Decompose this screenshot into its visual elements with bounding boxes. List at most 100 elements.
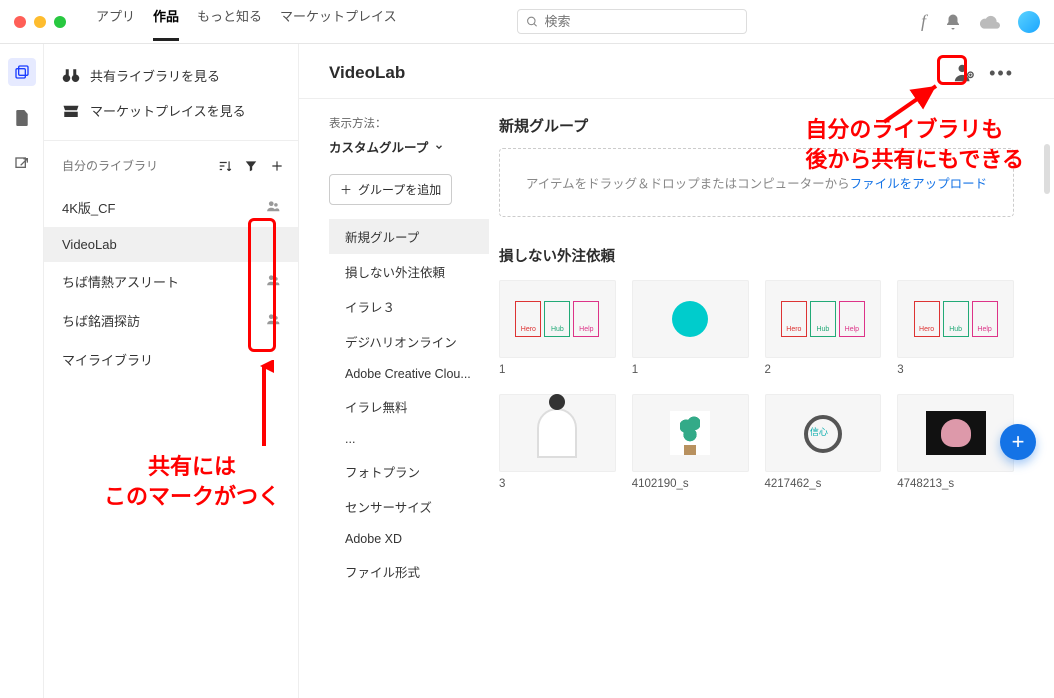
group-item[interactable]: イラレ３ [329, 289, 489, 324]
binoculars-icon [62, 69, 80, 83]
group-item[interactable]: ... [329, 424, 489, 454]
asset-caption: 4217462_s [765, 478, 882, 490]
asset-caption: 4748213_s [897, 478, 1014, 490]
asset-thumb [632, 394, 749, 472]
group-list: 新規グループ損しない外注依頼イラレ３デジハリオンラインAdobe Creativ… [329, 219, 479, 589]
asset-caption: 1 [632, 364, 749, 376]
sidebar: 共有ライブラリを見る マーケットプレイスを見る 自分のライブラリ 4K版_CF V… [44, 44, 299, 698]
library-item-label: ちば情熱アスリート [62, 272, 179, 291]
group-item[interactable]: 新規グループ [329, 219, 489, 254]
file-icon [15, 110, 29, 126]
asset-thumb: HeroHubHelp [765, 280, 882, 358]
asset-card[interactable]: 1 [632, 280, 749, 376]
nav-market[interactable]: マーケットプレイス [280, 6, 397, 37]
asset-card[interactable]: 4217462_s [765, 394, 882, 490]
top-right-tools: f [921, 11, 1040, 33]
bell-icon[interactable] [944, 13, 962, 31]
fab-add[interactable]: + [1000, 424, 1036, 460]
asset-thumb [765, 394, 882, 472]
window-titlebar: アプリ 作品 もっと知る マーケットプレイス f [0, 0, 1054, 44]
more-menu[interactable]: ••• [989, 63, 1014, 84]
group-item[interactable]: フォトプラン [329, 454, 489, 489]
scrollbar[interactable] [1044, 144, 1050, 194]
library-item[interactable]: ちば情熱アスリート [44, 262, 298, 301]
drop-zone[interactable]: アイテムをドラッグ＆ドロップまたはコンピューターからファイルをアップロード [499, 148, 1014, 217]
view-column: 表示方法： カスタムグループ ＋ グループを追加 新規グループ損しない外注依頼イ… [299, 115, 479, 589]
invite-icon[interactable] [953, 62, 975, 84]
shared-icon [266, 312, 280, 329]
sidebar-section-label: 自分のライブラリ [62, 157, 158, 174]
rail-libraries[interactable] [8, 58, 36, 86]
view-label: 表示方法： [329, 115, 479, 131]
shared-icon [266, 199, 280, 216]
asset-card[interactable]: HeroHubHelp1 [499, 280, 616, 376]
content-header: VideoLab ••• [299, 44, 1054, 99]
sort-icon[interactable] [218, 159, 232, 173]
minimize-window[interactable] [34, 16, 46, 28]
asset-caption: 3 [897, 364, 1014, 376]
rail-files[interactable] [8, 104, 36, 132]
sidebar-link-market[interactable]: マーケットプレイスを見る [44, 93, 298, 128]
library-item[interactable]: ちば銘酒探訪 [44, 301, 298, 340]
divider [44, 140, 298, 141]
asset-card[interactable]: 3 [499, 394, 616, 490]
view-value: カスタムグループ [329, 137, 428, 156]
asset-grid: HeroHubHelp11HeroHubHelp2HeroHubHelp3341… [499, 280, 1014, 490]
nav-apps[interactable]: アプリ [96, 6, 135, 37]
top-nav: アプリ 作品 もっと知る マーケットプレイス [96, 6, 397, 37]
library-item[interactable]: 4K版_CF [44, 188, 298, 227]
search-input[interactable] [544, 14, 737, 29]
asset-caption: 3 [499, 478, 616, 490]
group-item[interactable]: Adobe XD [329, 524, 489, 554]
page-title: VideoLab [329, 63, 405, 83]
group-item[interactable]: 損しない外注依頼 [329, 254, 489, 289]
nav-rail [0, 44, 44, 698]
drop-text: アイテムをドラッグ＆ドロップまたはコンピューターから [526, 177, 850, 191]
market-icon [62, 104, 80, 118]
asset-thumb: HeroHubHelp [897, 280, 1014, 358]
rail-share[interactable] [8, 150, 36, 178]
group-item[interactable]: センサーサイズ [329, 489, 489, 524]
group-item[interactable]: Adobe Creative Clou... [329, 359, 489, 389]
main-column: 新規グループ アイテムをドラッグ＆ドロップまたはコンピューターからファイルをアッ… [479, 115, 1054, 589]
search-icon [526, 15, 539, 29]
filter-icon[interactable] [244, 159, 258, 173]
asset-card[interactable]: HeroHubHelp 3 [897, 280, 1014, 376]
sidebar-link-market-label: マーケットプレイスを見る [90, 101, 246, 120]
asset-card[interactable]: 4102190_s [632, 394, 749, 490]
library-item-label: ちば銘酒探訪 [62, 311, 140, 330]
group-item[interactable]: デジハリオンライン [329, 324, 489, 359]
asset-caption: 1 [499, 364, 616, 376]
view-selector[interactable]: カスタムグループ [329, 137, 479, 156]
nav-works[interactable]: 作品 [153, 6, 179, 37]
shared-icon [266, 273, 280, 290]
sidebar-section-head: 自分のライブラリ [44, 153, 298, 178]
library-item[interactable]: マイライブラリ [44, 340, 298, 379]
upload-link[interactable]: ファイルをアップロード [850, 177, 988, 191]
asset-card[interactable]: HeroHubHelp 2 [765, 280, 882, 376]
section-title-assets: 損しない外注依頼 [499, 245, 1014, 266]
asset-caption: 2 [765, 364, 882, 376]
library-item-label: 4K版_CF [62, 198, 115, 217]
avatar[interactable] [1018, 11, 1040, 33]
libraries-icon [14, 64, 30, 80]
library-item-label: マイライブラリ [62, 350, 153, 369]
zoom-window[interactable] [54, 16, 66, 28]
add-group-label: グループを追加 [358, 181, 441, 198]
chevron-down-icon [434, 142, 444, 152]
plus-icon: ＋ [340, 181, 352, 198]
close-window[interactable] [14, 16, 26, 28]
nav-learn[interactable]: もっと知る [197, 6, 262, 37]
add-group-button[interactable]: ＋ グループを追加 [329, 174, 452, 205]
search-box[interactable] [517, 9, 747, 34]
group-item[interactable]: ファイル形式 [329, 554, 489, 589]
asset-card[interactable]: 4748213_s [897, 394, 1014, 490]
asset-thumb [632, 280, 749, 358]
library-list: 4K版_CF VideoLab ちば情熱アスリートちば銘酒探訪マイライブラリ [44, 188, 298, 379]
plus-icon[interactable] [270, 159, 284, 173]
fonts-icon[interactable]: f [921, 11, 926, 32]
group-item[interactable]: イラレ無料 [329, 389, 489, 424]
sidebar-link-shared[interactable]: 共有ライブラリを見る [44, 58, 298, 93]
library-item[interactable]: VideoLab [44, 227, 298, 262]
cloud-icon[interactable] [980, 15, 1000, 29]
